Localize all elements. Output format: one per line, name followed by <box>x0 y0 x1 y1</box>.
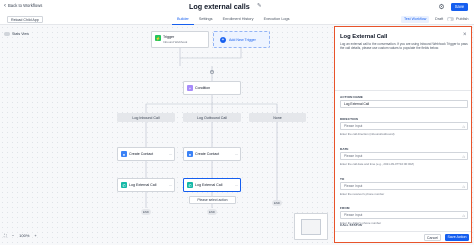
zoom-controls: ⛶ − 100% + <box>4 233 37 238</box>
log-external-call-label: Log External Call <box>195 183 223 187</box>
trigger-title: Trigger <box>163 35 175 39</box>
divider <box>335 90 471 91</box>
stats-view-toggle[interactable]: Stats View <box>4 32 29 36</box>
log-external-call-node[interactable]: ✆ Log External Call ··· <box>117 178 175 192</box>
zoom-level: 100% <box>19 233 30 238</box>
direction-label: DIRECTION <box>340 117 358 121</box>
panel-description: Log an external call to the conversation… <box>340 42 468 51</box>
create-contact-node[interactable]: ● Create Contact ··· <box>117 147 175 161</box>
end-marker: END <box>141 209 151 215</box>
fit-view-icon[interactable]: ⛶ <box>4 233 7 238</box>
to-field[interactable]: Please Input ⌂ <box>340 182 468 190</box>
branch-none[interactable]: None <box>249 113 306 122</box>
date-label: DATE <box>340 147 349 151</box>
webhook-icon: ⚡ <box>155 35 161 41</box>
create-contact-label: Create Contact <box>195 152 220 156</box>
action-name-field[interactable]: Log External Call <box>340 100 468 108</box>
more-options-icon[interactable]: ··· <box>169 183 172 188</box>
more-options-icon[interactable]: ··· <box>235 183 238 188</box>
direction-help: Enter the call direction (inbound/outbou… <box>340 132 395 136</box>
save-action-button[interactable]: Save Action <box>445 234 469 241</box>
branch-icon: ⑂ <box>187 85 193 91</box>
cancel-button[interactable]: Cancel <box>424 234 441 241</box>
from-label: FROM <box>340 206 350 210</box>
stats-view-label: Stats View <box>12 32 29 36</box>
user-icon: ● <box>187 151 193 157</box>
to-label: TO <box>340 177 345 181</box>
phone-icon: ✆ <box>187 182 193 188</box>
panel-title: Log External Call <box>340 34 388 40</box>
phone-icon: ✆ <box>121 182 127 188</box>
date-help: Enter the call date and time (e.g., 2021… <box>340 162 414 166</box>
tag-icon[interactable]: ⌂ <box>462 184 465 189</box>
condition-node[interactable]: ⑂ Condition <box>183 81 241 95</box>
to-placeholder: Please Input <box>344 184 363 188</box>
create-contact-node[interactable]: ● Create Contact ··· <box>183 147 241 161</box>
add-trigger-label: Add New Trigger <box>229 37 256 42</box>
direction-placeholder: Please Input <box>344 124 363 128</box>
branch-log-outbound-call[interactable]: Log Outbound Call <box>183 113 241 122</box>
minimap-viewport[interactable] <box>301 219 321 235</box>
log-external-call-label: Log External Call <box>129 183 157 187</box>
tag-icon[interactable]: ⌂ <box>462 154 465 159</box>
date-field[interactable]: Please Input ⌂ <box>340 152 468 160</box>
zoom-out-icon[interactable]: − <box>12 233 14 238</box>
from-field[interactable]: Please Input ⌂ <box>340 211 468 219</box>
zoom-in-icon[interactable]: + <box>34 233 36 238</box>
action-config-panel: Log External Call × Log an external call… <box>334 26 472 243</box>
trigger-node[interactable]: ⚡ Trigger Inbound Webhook <box>151 31 209 48</box>
create-contact-label: Create Contact <box>129 152 154 156</box>
more-options-icon[interactable]: ··· <box>235 152 238 157</box>
add-new-trigger-button[interactable]: + Add New Trigger <box>213 31 270 48</box>
direction-field[interactable]: Please Input ⌂ <box>340 122 468 130</box>
to-help: Enter the receiver's phone number <box>340 192 385 196</box>
add-step-button[interactable]: + <box>210 70 214 74</box>
plus-icon: + <box>220 36 226 43</box>
end-marker: END <box>272 200 282 206</box>
stats-switch[interactable] <box>4 32 10 36</box>
panel-footer: CALL STATUS Cancel Save Action <box>335 223 471 242</box>
condition-label: Condition <box>195 86 211 90</box>
please-select-action-node[interactable]: Please select action <box>189 196 236 204</box>
branch-log-inbound-call[interactable]: Log Inbound Call <box>117 113 175 122</box>
minimap[interactable] <box>294 213 328 240</box>
tag-icon[interactable]: ⌂ <box>462 213 465 218</box>
action-name-label: ACTION NAME <box>340 95 363 99</box>
tag-icon[interactable]: ⌂ <box>462 124 465 129</box>
log-external-call-node-selected[interactable]: ✆ Log External Call ··· <box>183 178 241 192</box>
close-icon[interactable]: × <box>463 32 467 38</box>
date-placeholder: Please Input <box>344 154 363 158</box>
trigger-subtitle: Inbound Webhook <box>163 40 188 44</box>
call-status-label: CALL STATUS <box>340 223 363 227</box>
more-options-icon[interactable]: ··· <box>169 152 172 157</box>
end-marker: END <box>207 209 217 215</box>
user-icon: ● <box>121 151 127 157</box>
from-placeholder: Please Input <box>344 213 363 217</box>
